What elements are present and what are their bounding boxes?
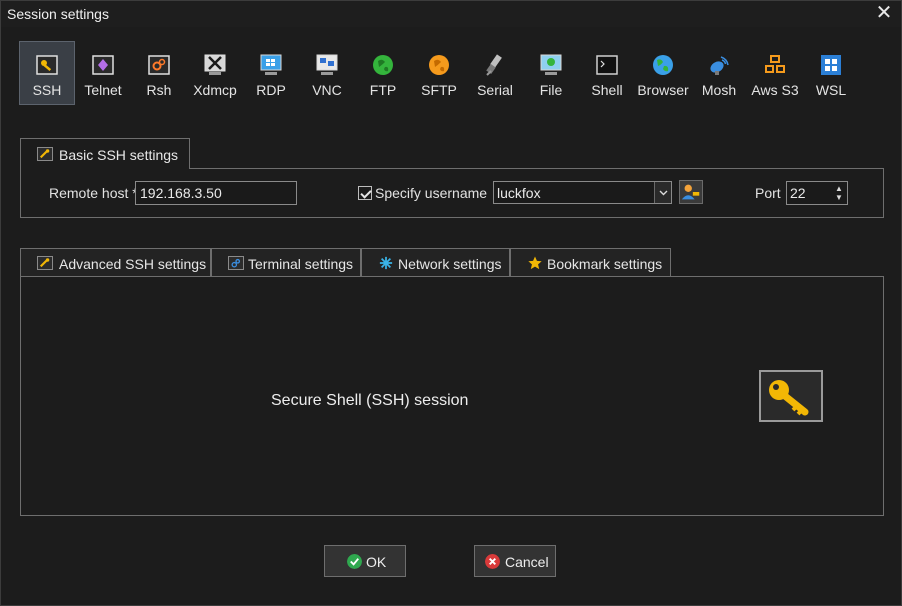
cancel-button[interactable]: Cancel xyxy=(474,545,556,577)
network-icon xyxy=(379,256,393,270)
specify-username-checkbox[interactable] xyxy=(358,186,372,200)
session-type-ftp[interactable]: FTP xyxy=(355,41,411,105)
session-type-label: WSL xyxy=(815,82,847,98)
session-type-vnc[interactable]: VNC xyxy=(299,41,355,105)
port-spinner[interactable]: ▲ ▼ xyxy=(834,184,844,202)
session-type-shell[interactable]: Shell xyxy=(579,41,635,105)
username-value: luckfox xyxy=(497,185,541,201)
session-type-serial[interactable]: Serial xyxy=(467,41,523,105)
cancel-icon xyxy=(485,554,500,569)
username-dropdown-button[interactable] xyxy=(654,182,671,203)
port-label: Port xyxy=(755,185,781,201)
dialog-title: Session settings xyxy=(7,6,109,22)
session-type-mosh[interactable]: Mosh xyxy=(691,41,747,105)
tab-basic-ssh-settings[interactable]: Basic SSH settings xyxy=(20,138,190,169)
check-icon xyxy=(347,554,362,569)
session-type-bar: SSH Telnet Rsh Xdmcp RDP VNC FTP SFTP Se… xyxy=(19,41,859,107)
session-type-label: Xdmcp xyxy=(193,82,237,98)
wrench-icon xyxy=(37,147,53,161)
remote-host-label: Remote host * xyxy=(49,185,138,201)
mosh-icon xyxy=(710,56,729,75)
rdp-icon xyxy=(260,54,282,75)
chevron-down-icon xyxy=(659,190,668,196)
cancel-label: Cancel xyxy=(505,554,549,570)
session-type-label: FTP xyxy=(369,82,397,98)
serial-icon xyxy=(486,54,502,76)
session-type-rdp[interactable]: RDP xyxy=(243,41,299,105)
xdmcp-icon xyxy=(204,54,226,75)
session-settings-dialog: Session settings ✕ SSH Telnet Rsh Xdmcp … xyxy=(0,0,902,606)
session-type-label: Rsh xyxy=(146,82,172,98)
session-type-label: File xyxy=(539,82,563,98)
session-type-ssh[interactable]: SSH xyxy=(19,41,75,105)
tab-label: Basic SSH settings xyxy=(59,147,179,163)
session-type-label: Browser xyxy=(637,82,689,98)
tab-bookmark-settings[interactable]: Bookmark settings xyxy=(510,248,671,277)
telnet-icon xyxy=(92,55,114,75)
tab-label: Advanced SSH settings xyxy=(59,256,207,272)
port-value: 22 xyxy=(790,185,806,201)
session-type-label: SFTP xyxy=(421,82,457,98)
session-type-xdmcp[interactable]: Xdmcp xyxy=(187,41,243,105)
session-type-aws-s3[interactable]: Aws S3 xyxy=(747,41,803,105)
session-type-label: VNC xyxy=(312,82,342,98)
session-type-telnet[interactable]: Telnet xyxy=(75,41,131,105)
session-type-label: Shell xyxy=(591,82,623,98)
session-key-graphic xyxy=(759,370,823,422)
key-icon xyxy=(769,380,809,416)
ok-button[interactable]: OK xyxy=(324,545,406,577)
shell-icon xyxy=(596,55,618,75)
session-type-file[interactable]: File xyxy=(523,41,579,105)
sftp-icon xyxy=(429,55,449,75)
session-description: Secure Shell (SSH) session xyxy=(271,392,469,409)
session-type-label: Telnet xyxy=(84,82,122,98)
title-bar: Session settings ✕ xyxy=(1,1,901,27)
session-type-sftp[interactable]: SFTP xyxy=(411,41,467,105)
session-type-browser[interactable]: Browser xyxy=(635,41,691,105)
session-type-label: Aws S3 xyxy=(751,82,799,98)
ssh-icon xyxy=(36,55,58,75)
port-input[interactable]: 22 ▲ ▼ xyxy=(786,181,848,205)
tab-label: Network settings xyxy=(398,256,502,272)
user-manager-button[interactable] xyxy=(679,180,703,204)
tab-label: Bookmark settings xyxy=(547,256,663,272)
vnc-icon xyxy=(316,54,338,75)
rsh-icon xyxy=(148,55,170,75)
specify-username-label[interactable]: Specify username xyxy=(375,185,487,201)
ok-label: OK xyxy=(366,554,387,570)
tab-terminal-settings[interactable]: Terminal settings xyxy=(211,248,361,277)
session-type-wsl[interactable]: WSL xyxy=(803,41,859,105)
tab-network-settings[interactable]: Network settings xyxy=(361,248,510,277)
terminal-icon xyxy=(228,256,244,270)
tab-label: Terminal settings xyxy=(248,256,354,272)
aws-s3-icon xyxy=(765,55,785,73)
wrench-icon xyxy=(37,256,53,270)
session-type-label: Serial xyxy=(477,82,513,98)
session-type-label: SSH xyxy=(32,82,62,98)
tab-advanced-ssh-settings[interactable]: Advanced SSH settings xyxy=(20,248,211,277)
session-type-rsh[interactable]: Rsh xyxy=(131,41,187,105)
session-type-label: RDP xyxy=(256,82,286,98)
remote-host-input[interactable]: 192.168.3.50 xyxy=(135,181,297,205)
user-icon xyxy=(681,184,700,200)
file-icon xyxy=(540,54,562,75)
browser-icon xyxy=(653,55,673,75)
username-combobox[interactable]: luckfox xyxy=(493,181,672,204)
close-button[interactable]: ✕ xyxy=(875,3,893,23)
star-icon xyxy=(528,256,542,270)
ftp-icon xyxy=(373,55,393,75)
wsl-icon xyxy=(821,55,841,75)
session-type-label: Mosh xyxy=(701,82,737,98)
